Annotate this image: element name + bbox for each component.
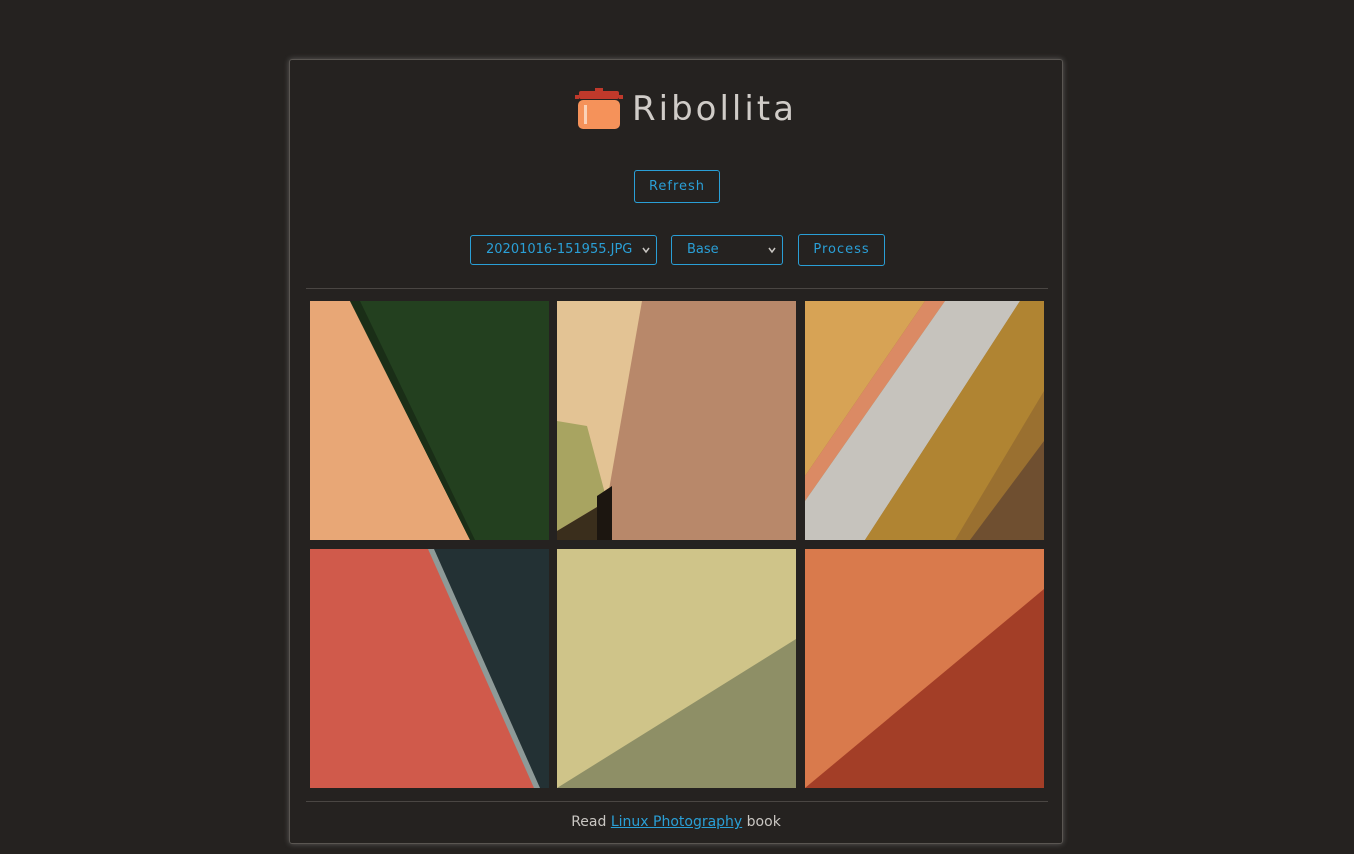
- app-header: Ribollita: [290, 86, 1062, 134]
- footer-prefix: Read: [571, 814, 607, 830]
- footer-suffix: book: [746, 814, 781, 830]
- footer: Read Linux Photography book: [290, 814, 1062, 830]
- gallery-image[interactable]: [310, 549, 549, 788]
- gallery-image[interactable]: [310, 301, 549, 540]
- chevron-down-icon: [768, 247, 776, 254]
- chevron-down-icon: [642, 247, 650, 254]
- preset-select-value: Base: [687, 242, 719, 257]
- process-button[interactable]: Process: [798, 234, 885, 266]
- image-gallery: [310, 301, 1045, 790]
- preset-select[interactable]: Base: [671, 235, 783, 265]
- gallery-image[interactable]: [805, 301, 1044, 540]
- gallery-image[interactable]: [805, 549, 1044, 788]
- main-card: Ribollita Refresh 20201016-151955.JPG Ba…: [289, 59, 1063, 844]
- file-select-value: 20201016-151955.JPG: [486, 242, 633, 257]
- book-link[interactable]: Linux Photography: [611, 814, 742, 830]
- gallery-image[interactable]: [557, 549, 796, 788]
- app-title: Ribollita: [632, 89, 797, 129]
- file-select[interactable]: 20201016-151955.JPG: [470, 235, 657, 265]
- refresh-button[interactable]: Refresh: [634, 170, 720, 203]
- divider: [306, 801, 1048, 802]
- divider: [306, 288, 1048, 289]
- gallery-image[interactable]: [557, 301, 796, 540]
- cooking-pot-icon: [575, 88, 623, 129]
